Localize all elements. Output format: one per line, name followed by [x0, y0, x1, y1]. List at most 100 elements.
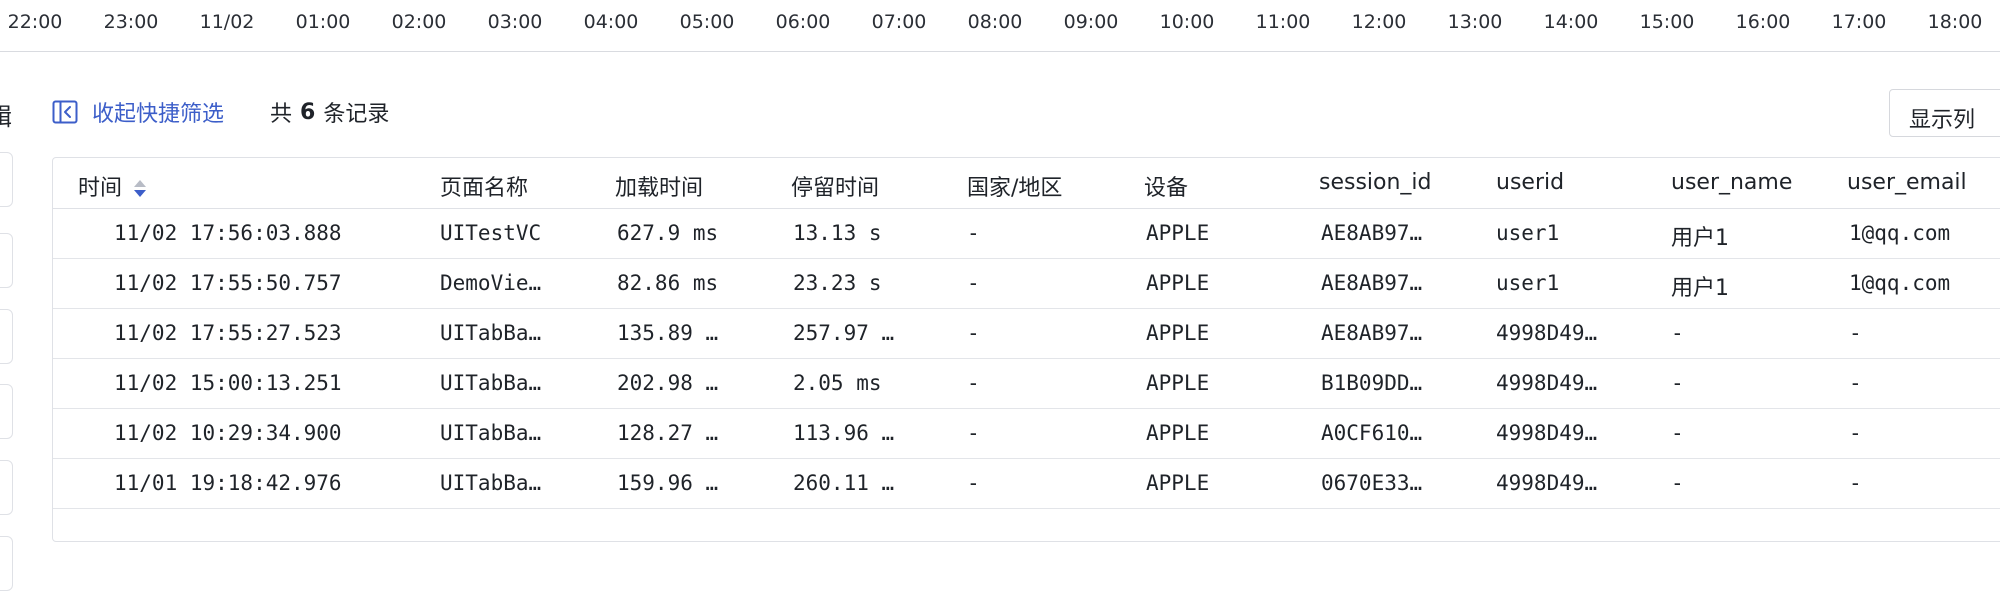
cell-country-region: - [967, 221, 980, 245]
cell-load-time: 627.9 ms [617, 221, 719, 245]
cell-user-email: - [1849, 421, 1862, 445]
column-header-label: 加载时间 [615, 176, 704, 201]
cell-stay-time: 2.05 ms [793, 371, 882, 395]
records-table: 时间 页面名称 加载时间 停留时间 国家/地区 设备 session_id userid use… [52, 157, 2000, 542]
column-header-label: userid [1496, 170, 1565, 195]
timeline-tick-label: 07:00 [871, 11, 927, 33]
cell-userid: 4998D49… [1496, 421, 1598, 445]
table-row[interactable]: 11/01 19:18:42.976 UITabBa… 159.96 … 260.11… [53, 459, 2000, 509]
timeline-tick-label: 22:00 [7, 11, 63, 33]
column-header-stay-time: 停留时间 [791, 170, 879, 202]
column-header-load-time: 加载时间 [615, 170, 703, 202]
timeline-tick-label: 15:00 [1639, 11, 1695, 33]
sort-arrows-icon[interactable] [132, 177, 148, 199]
timeline-tick-label: 08:00 [967, 11, 1023, 33]
cell-device: APPLE [1146, 471, 1210, 495]
column-header-label: 页面名称 [440, 176, 529, 201]
record-count-suffix: 条记录 [323, 102, 390, 127]
left-filter-field[interactable] [0, 152, 13, 207]
column-header-time[interactable]: 时间 [78, 170, 148, 202]
cell-device: APPLE [1146, 371, 1210, 395]
table-row[interactable]: 11/02 17:55:27.523 UITabBa… 135.89 … 257.97… [53, 309, 2000, 359]
column-header-user-name: user_name [1671, 170, 1792, 195]
collapse-quick-filter-button[interactable]: 收起快捷筛选 [52, 96, 224, 128]
timeline-tick-label: 05:00 [679, 11, 735, 33]
column-header-session-id: session_id [1319, 170, 1432, 195]
timeline-tick-label: 16:00 [1735, 11, 1791, 33]
cell-load-time: 202.98 … [617, 371, 719, 395]
cell-time: 11/01 19:18:42.976 [114, 471, 342, 495]
cell-stay-time: 260.11 … [793, 471, 895, 495]
cell-userid: user1 [1496, 221, 1560, 245]
timeline-tick-label: 11:00 [1255, 11, 1311, 33]
record-count: 共 6 条记录 [270, 96, 389, 128]
timeline-tick-label: 14:00 [1543, 11, 1599, 33]
left-filter-field[interactable] [0, 384, 13, 439]
cell-user-email: - [1849, 321, 1862, 345]
cell-device: APPLE [1146, 271, 1210, 295]
record-count-prefix: 共 [270, 102, 293, 127]
timeline-tick-label: 13:00 [1447, 11, 1503, 33]
left-panel-label: 辑 [0, 97, 12, 132]
table-row[interactable]: 11/02 17:55:50.757 DemoVie… 82.86 ms 23.23 … [53, 259, 2000, 309]
left-filter-field[interactable] [0, 536, 13, 591]
cell-country-region: - [967, 371, 980, 395]
table-row[interactable]: 11/02 10:29:34.900 UITabBa… 128.27 … 113.96… [53, 409, 2000, 459]
cell-load-time: 135.89 … [617, 321, 719, 345]
left-filter-field[interactable] [0, 460, 13, 515]
cell-page-name: UITabBa… [440, 371, 542, 395]
table-row[interactable]: 11/02 15:00:13.251 UITabBa… 202.98 … 2.05 m… [53, 359, 2000, 409]
cell-userid: user1 [1496, 271, 1560, 295]
cell-user-name: 用户1 [1671, 276, 1729, 301]
cell-session-id: 0670E33… [1321, 471, 1423, 495]
cell-load-time: 82.86 ms [617, 271, 719, 295]
cell-country-region: - [967, 321, 980, 345]
cell-user-email: - [1849, 371, 1862, 395]
cell-user-email: 1@qq.com [1849, 271, 1951, 295]
timeline-tick-label: 11/02 [199, 11, 255, 33]
timeline-tick-label: 12:00 [1351, 11, 1407, 33]
cell-load-time: 159.96 … [617, 471, 719, 495]
timeline-tick-label: 02:00 [391, 11, 447, 33]
timeline-tick-label: 06:00 [775, 11, 831, 33]
left-filter-field[interactable] [0, 309, 13, 364]
cell-page-name: DemoVie… [440, 271, 542, 295]
cell-stay-time: 257.97 … [793, 321, 895, 345]
display-columns-button[interactable]: 显示列 [1889, 89, 2000, 137]
column-header-country-region: 国家/地区 [967, 170, 1062, 202]
cell-country-region: - [967, 271, 980, 295]
timeline-tick-label: 18:00 [1927, 11, 1983, 33]
cell-load-time: 128.27 … [617, 421, 719, 445]
cell-user-name: - [1671, 471, 1684, 495]
cell-country-region: - [967, 421, 980, 445]
cell-user-email: 1@qq.com [1849, 221, 1951, 245]
cell-page-name: UITabBa… [440, 421, 542, 445]
cell-user-name: - [1671, 421, 1684, 445]
table-row[interactable]: 11/02 17:56:03.888 UITestVC 627.9 ms 13.13 … [53, 209, 2000, 259]
column-header-label: 停留时间 [791, 176, 880, 201]
cell-device: APPLE [1146, 421, 1210, 445]
left-filter-field[interactable] [0, 233, 13, 288]
cell-session-id: AE8AB97… [1321, 271, 1423, 295]
cell-page-name: UITestVC [440, 221, 542, 245]
cell-time: 11/02 17:55:50.757 [114, 271, 342, 295]
collapse-quick-filter-label: 收起快捷筛选 [92, 102, 225, 127]
column-header-label: 国家/地区 [967, 176, 1063, 201]
cell-session-id: AE8AB97… [1321, 321, 1423, 345]
cell-user-name: 用户1 [1671, 226, 1729, 251]
record-count-value: 6 [300, 99, 316, 125]
cell-stay-time: 23.23 s [793, 271, 882, 295]
timeline-tick-label: 01:00 [295, 11, 351, 33]
column-header-label: user_name [1671, 170, 1793, 195]
cell-stay-time: 113.96 … [793, 421, 895, 445]
cell-userid: 4998D49… [1496, 471, 1598, 495]
cell-page-name: UITabBa… [440, 321, 542, 345]
column-header-user-email: user_email [1847, 170, 1967, 195]
column-header-page-name: 页面名称 [440, 170, 528, 202]
column-header-device: 设备 [1144, 170, 1188, 202]
cell-device: APPLE [1146, 221, 1210, 245]
cell-user-name: - [1671, 371, 1684, 395]
cell-stay-time: 13.13 s [793, 221, 882, 245]
timeline-axis: 22:00 23:00 11/02 01:00 02:00 03:00 04:00 05:00… [0, 0, 2000, 52]
table-header: 时间 页面名称 加载时间 停留时间 国家/地区 设备 session_id userid use… [53, 158, 2000, 209]
